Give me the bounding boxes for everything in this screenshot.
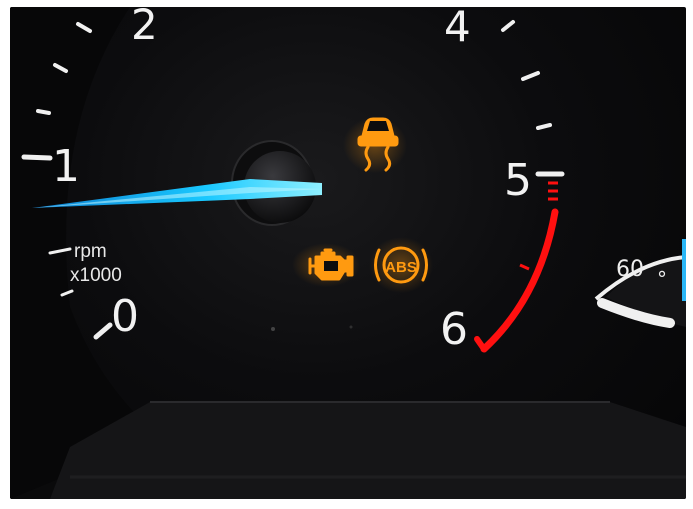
temperature-gauge: 60 ° (594, 239, 686, 328)
tach-label-0: 0 (111, 291, 139, 342)
abs-label: ABS (385, 259, 417, 276)
tach-label-6: 6 (440, 304, 468, 355)
tach-label-5: 5 (504, 155, 532, 206)
redline-zone (474, 181, 559, 353)
tach-label-4: 4 (444, 7, 471, 51)
dash-bevel (50, 402, 686, 499)
rpm-label: rpm (74, 241, 107, 262)
temperature-label: 60 (616, 257, 644, 282)
temperature-indicator (682, 239, 686, 301)
dashboard-svg: 2 4 1 5 0 6 rpm x1000 ABS 60 ° (10, 7, 686, 499)
instrument-cluster-photo: 2 4 1 5 0 6 rpm x1000 ABS 60 ° (10, 7, 686, 499)
tach-label-2: 2 (131, 7, 158, 49)
rpm-multiplier-label: x1000 (70, 265, 122, 286)
degree-symbol: ° (657, 267, 667, 291)
tach-label-1: 1 (52, 141, 80, 192)
image-frame: 2 4 1 5 0 6 rpm x1000 ABS 60 ° (0, 0, 693, 509)
